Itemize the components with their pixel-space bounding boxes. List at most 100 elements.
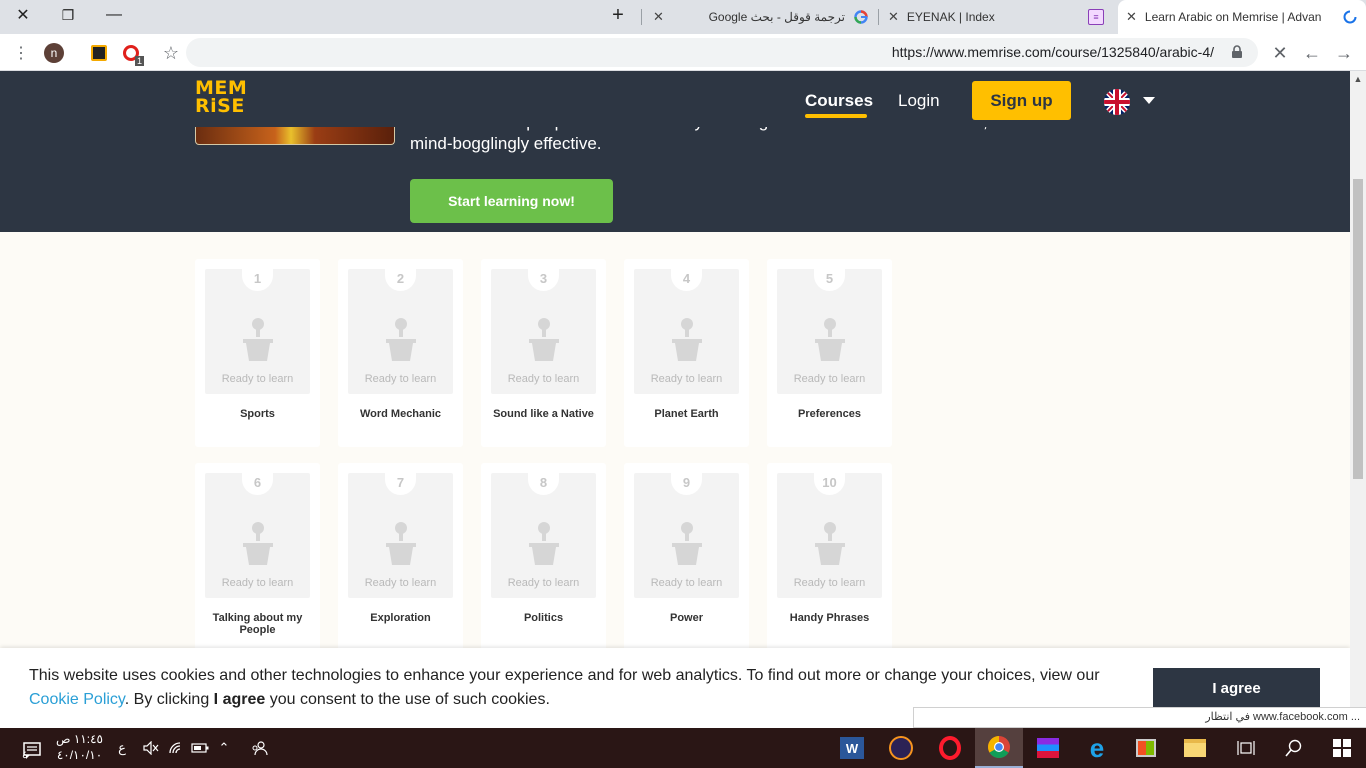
menu-kebab-icon[interactable]: ⋮ [8, 40, 34, 66]
url-text[interactable]: https://www.memrise.com/course/1325840/a… [892, 44, 1214, 60]
level-number: 2 [385, 269, 416, 291]
level-title: Talking about my People [212, 612, 303, 636]
opera-extension-button[interactable]: 1 [118, 40, 144, 66]
browser-tab-strip: ✕ ❐ — + ✕ ترجمة قوقل - بحث Google ✕ EYEN… [0, 0, 1366, 34]
chevron-up-icon[interactable]: ⌃ [210, 734, 238, 762]
start-learning-button[interactable]: Start learning now! [410, 179, 613, 223]
window-restore-button[interactable]: ❐ [45, 0, 91, 30]
chevron-down-icon[interactable] [1143, 97, 1155, 104]
level-card[interactable]: 10 Ready to learn Handy Phrases [767, 463, 892, 651]
level-status: Ready to learn [221, 577, 294, 589]
task-view-icon[interactable] [1232, 734, 1260, 762]
level-card[interactable]: 1 Ready to learn Sports [195, 259, 320, 447]
taskbar-word-app[interactable]: W [828, 728, 876, 768]
taskbar-file-explorer-app[interactable] [1171, 728, 1219, 768]
search-icon[interactable] [1280, 734, 1308, 762]
tab-separator [878, 9, 879, 25]
level-number: 3 [528, 269, 559, 291]
plant-pot-icon [811, 317, 849, 363]
taskbar-chrome-app[interactable] [975, 728, 1023, 768]
level-card[interactable]: 2 Ready to learn Word Mechanic [338, 259, 463, 447]
level-card[interactable]: 6 Ready to learn Talking about my People [195, 463, 320, 651]
level-status: Ready to learn [221, 373, 294, 385]
taskbar-eclipse-app[interactable] [877, 728, 925, 768]
level-thumbnail: 4 Ready to learn [634, 269, 739, 394]
scrollbar-thumb[interactable] [1353, 179, 1363, 479]
taskbar-opera-app[interactable] [926, 728, 974, 768]
windows-start-icon[interactable] [1328, 734, 1356, 762]
plant-pot-icon [525, 521, 563, 567]
level-card[interactable]: 7 Ready to learn Exploration [338, 463, 463, 651]
level-thumbnail: 2 Ready to learn [348, 269, 453, 394]
level-number: 8 [528, 473, 559, 495]
tab-separator [641, 9, 642, 25]
level-thumbnail: 6 Ready to learn [205, 473, 310, 598]
stop-loading-icon[interactable]: ✕ [1267, 40, 1293, 66]
address-bar[interactable]: https://www.memrise.com/course/1325840/a… [186, 38, 1258, 67]
level-card[interactable]: 8 Ready to learn Politics [481, 463, 606, 651]
back-arrow-icon[interactable]: ← [1299, 40, 1325, 66]
folder-icon [1184, 739, 1206, 757]
chrome-icon [988, 736, 1010, 758]
notification-count: ٤ [22, 750, 28, 761]
bookmark-star-icon[interactable]: ☆ [158, 40, 184, 66]
new-tab-button[interactable]: + [595, 0, 641, 30]
level-number: 7 [385, 473, 416, 495]
nav-courses-link[interactable]: Courses [805, 91, 873, 111]
extension-badge: 1 [134, 56, 144, 66]
internet-explorer-icon: e [1089, 732, 1105, 763]
system-clock[interactable]: ١١:٤٥ ص ٤٠/١٠/١٠ [56, 731, 103, 763]
scroll-up-arrow-icon[interactable]: ▲ [1350, 71, 1366, 87]
webpage: Join millions of people who are already … [0, 71, 1350, 728]
close-icon: ✕ [16, 7, 30, 24]
plant-pot-icon [239, 521, 277, 567]
taskbar-winrar-app[interactable] [1024, 728, 1072, 768]
memrise-logo[interactable]: MEM RiSE [195, 79, 247, 116]
i-agree-button[interactable]: I agree [1153, 668, 1320, 708]
tab-memrise-active[interactable]: ✕ Learn Arabic on Memrise | Advan [1118, 0, 1366, 34]
word-icon: W [840, 737, 864, 759]
people-icon[interactable] [245, 734, 273, 762]
level-card[interactable]: 3 Ready to learn Sound like a Native [481, 259, 606, 447]
level-card[interactable]: 4 Ready to learn Planet Earth [624, 259, 749, 447]
opera-icon [939, 736, 961, 760]
tab-eyenak[interactable]: ✕ EYENAK | Index ≡ [880, 4, 1112, 30]
window-minimize-button[interactable]: — [91, 0, 137, 30]
level-number: 10 [814, 473, 845, 495]
tab-close-icon[interactable]: ✕ [1126, 9, 1137, 25]
status-bubble: في انتظار www.facebook.com ... [913, 707, 1366, 728]
level-card[interactable]: 9 Ready to learn Power [624, 463, 749, 651]
taskbar-ie-app[interactable]: e [1073, 728, 1121, 768]
tab-google-translate[interactable]: ✕ ترجمة قوقل - بحث Google [645, 4, 877, 30]
extension-icon[interactable] [86, 40, 112, 66]
level-title: Planet Earth [654, 408, 719, 420]
level-thumbnail: 1 Ready to learn [205, 269, 310, 394]
store-icon [1136, 739, 1156, 757]
uk-flag-icon[interactable] [1104, 89, 1130, 115]
plant-pot-icon [382, 317, 420, 363]
signup-button[interactable]: Sign up [972, 81, 1071, 120]
taskbar-store-app[interactable] [1122, 728, 1170, 768]
hero-text-line2: mind-bogglingly effective. [410, 134, 602, 153]
page-scrollbar[interactable]: ▲ [1350, 71, 1366, 728]
forward-arrow-icon[interactable]: → [1331, 40, 1357, 66]
level-title: Sports [240, 408, 275, 420]
level-thumbnail: 10 Ready to learn [777, 473, 882, 598]
tab-close-icon[interactable]: ✕ [653, 9, 664, 25]
lock-icon[interactable] [1230, 45, 1244, 59]
plant-pot-icon [811, 521, 849, 567]
volume-muted-icon[interactable] [137, 734, 165, 762]
tab-close-icon[interactable]: ✕ [888, 9, 899, 25]
level-card[interactable]: 5 Ready to learn Preferences [767, 259, 892, 447]
input-language-indicator[interactable]: ع [108, 734, 136, 762]
level-number: 1 [242, 269, 273, 291]
cookie-policy-link[interactable]: Cookie Policy [29, 691, 125, 708]
loading-icon [1342, 9, 1358, 25]
window-close-button[interactable]: ✕ [0, 0, 46, 30]
action-center-icon[interactable]: ٤ [18, 736, 46, 764]
nav-login-link[interactable]: Login [898, 91, 940, 111]
level-status: Ready to learn [364, 373, 437, 385]
level-status: Ready to learn [507, 577, 580, 589]
profile-avatar[interactable]: n [41, 40, 67, 66]
nav-active-underline [805, 114, 867, 118]
